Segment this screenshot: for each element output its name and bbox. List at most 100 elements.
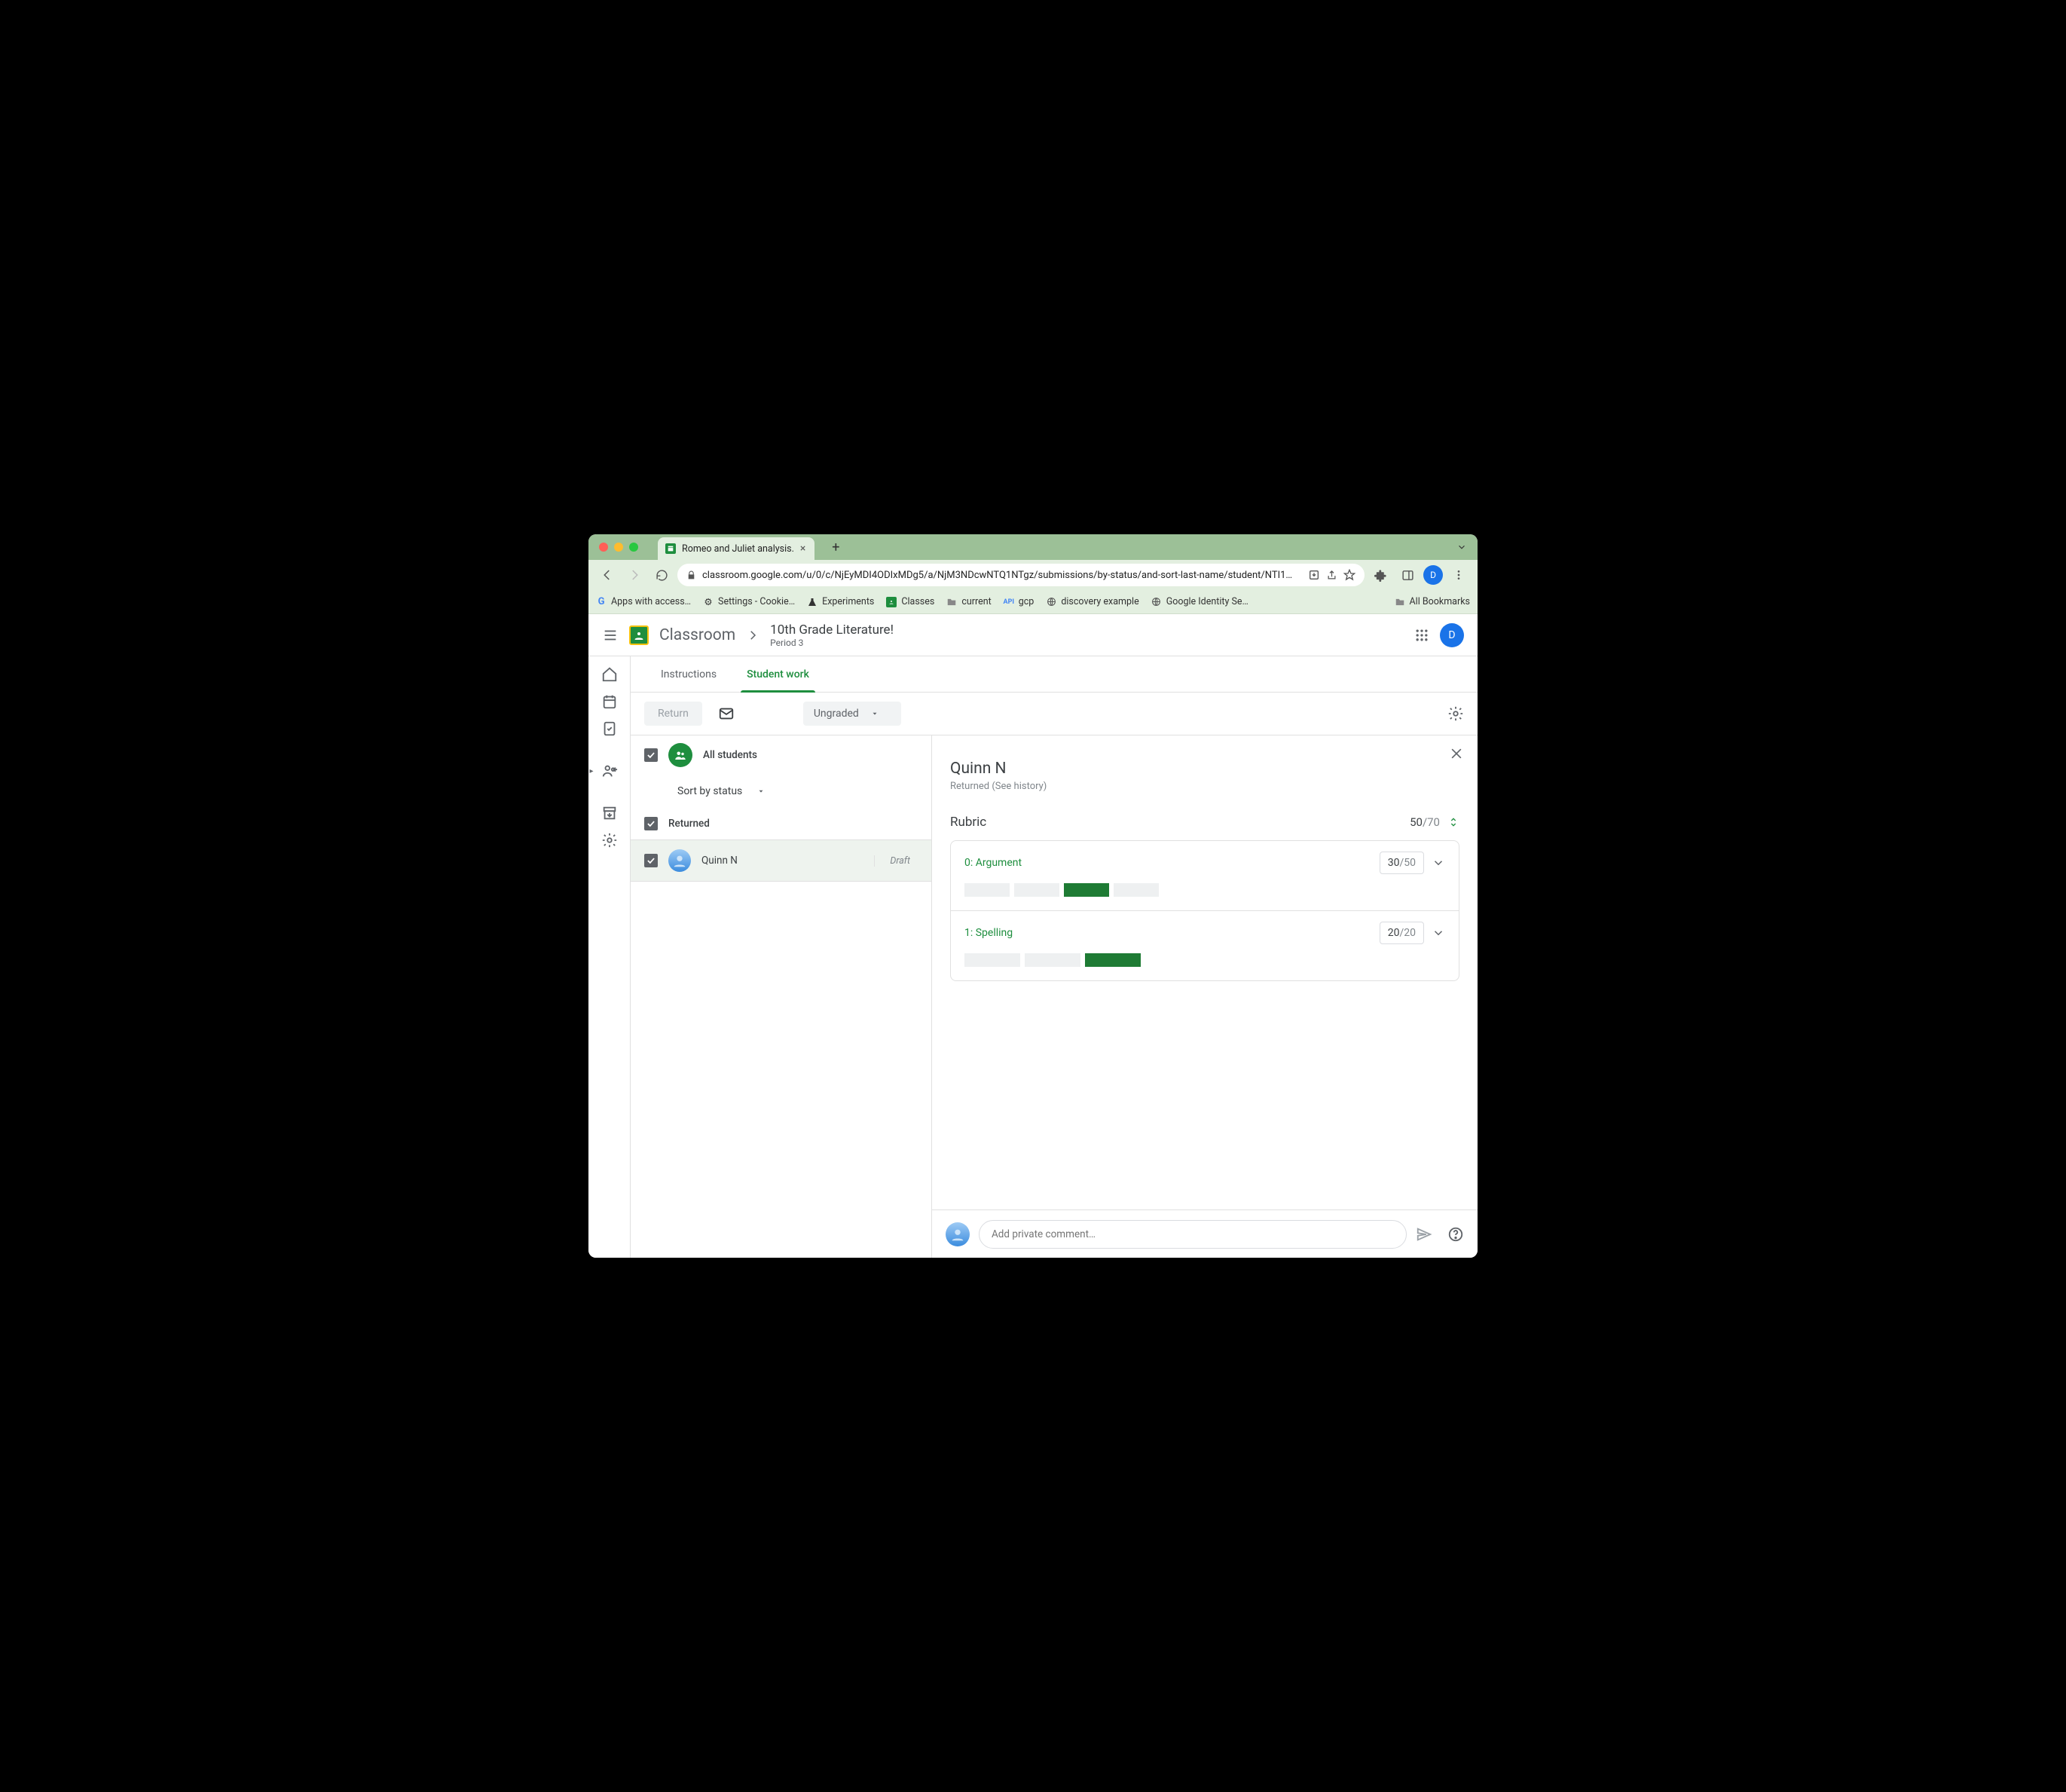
folder-icon xyxy=(1395,597,1405,607)
section-checkbox[interactable] xyxy=(644,817,658,830)
student-checkbox[interactable] xyxy=(644,854,658,867)
bookmark-item[interactable]: Experiments xyxy=(807,596,874,607)
bookmark-item[interactable]: G Apps with access… xyxy=(596,596,691,607)
rubric-score-value: 50 xyxy=(1410,815,1423,829)
back-button[interactable] xyxy=(596,564,619,586)
email-button[interactable] xyxy=(713,700,740,727)
grade-filter-dropdown[interactable]: Ungraded xyxy=(803,702,901,726)
maximize-window-button[interactable] xyxy=(629,543,638,552)
detail-student-status[interactable]: Returned (See history) xyxy=(950,781,1459,792)
product-name[interactable]: Classroom xyxy=(659,626,735,644)
return-button[interactable]: Return xyxy=(644,702,702,726)
profile-avatar[interactable]: D xyxy=(1423,565,1443,585)
rubric-level[interactable] xyxy=(1114,883,1159,897)
content-area: Instructions Student work Return Ungrade… xyxy=(631,656,1478,1258)
rubric-level[interactable] xyxy=(1014,883,1059,897)
bookmarks-bar: G Apps with access… ⚙ Settings - Cookie… E… xyxy=(588,590,1478,614)
bookmark-label: Apps with access… xyxy=(611,596,691,607)
classroom-logo[interactable] xyxy=(629,625,649,645)
account-avatar[interactable]: D xyxy=(1440,623,1464,647)
tab-favicon xyxy=(665,543,676,554)
dropdown-arrow-icon xyxy=(757,787,765,795)
google-g-icon: G xyxy=(596,597,607,607)
criterion-name[interactable]: 0: Argument xyxy=(964,857,1022,869)
rubric-level[interactable] xyxy=(964,953,1020,967)
nav-assignment-icon[interactable] xyxy=(601,720,619,738)
install-app-icon[interactable] xyxy=(1308,569,1320,581)
help-button[interactable] xyxy=(1447,1226,1464,1243)
close-detail-button[interactable] xyxy=(1449,746,1464,761)
all-students-label: All students xyxy=(703,749,757,761)
criterion-name[interactable]: 1: Spelling xyxy=(964,927,1013,939)
nav-people-icon[interactable]: ▸ xyxy=(601,762,619,780)
breadcrumb[interactable]: 10th Grade Literature! Period 3 xyxy=(770,622,894,648)
all-bookmarks[interactable]: All Bookmarks xyxy=(1395,596,1471,607)
new-tab-button[interactable]: + xyxy=(825,537,846,558)
send-comment-button[interactable] xyxy=(1416,1226,1432,1243)
bookmark-label: Google Identity Se… xyxy=(1166,596,1248,607)
chrome-menu-button[interactable] xyxy=(1447,564,1470,586)
bookmark-item[interactable]: APIgcp xyxy=(1004,596,1035,607)
rubric-level[interactable] xyxy=(964,883,1010,897)
classroom-icon xyxy=(886,597,897,607)
chevron-right-icon xyxy=(746,628,759,642)
bookmark-item[interactable]: Google Identity Se… xyxy=(1151,596,1248,607)
unfold-icon[interactable] xyxy=(1447,816,1459,828)
student-row[interactable]: Quinn N Draft xyxy=(631,839,931,882)
criterion-score-input[interactable]: 20/20 xyxy=(1380,922,1424,944)
lock-icon xyxy=(686,570,696,580)
nav-calendar-icon[interactable] xyxy=(601,693,619,711)
rubric-score-max: /70 xyxy=(1423,815,1440,829)
rubric-level[interactable] xyxy=(1025,953,1080,967)
all-students-row[interactable]: All students xyxy=(631,735,931,775)
bookmark-label: All Bookmarks xyxy=(1410,596,1471,607)
bookmark-item[interactable]: discovery example xyxy=(1046,596,1138,607)
bookmark-label: Experiments xyxy=(822,596,874,607)
forward-button[interactable] xyxy=(623,564,646,586)
dropdown-arrow-icon xyxy=(871,710,879,717)
tab-student-work[interactable]: Student work xyxy=(747,656,809,693)
criterion-expand-icon[interactable] xyxy=(1432,856,1445,870)
rubric-header: Rubric 50/70 xyxy=(950,815,1459,830)
bookmark-label: gcp xyxy=(1019,596,1035,607)
tab-instructions[interactable]: Instructions xyxy=(661,656,717,693)
bookmark-item[interactable]: current xyxy=(946,596,991,607)
bookmark-label: Settings - Cookie… xyxy=(718,596,795,607)
bookmark-item[interactable]: ⚙ Settings - Cookie… xyxy=(703,596,795,607)
reload-button[interactable] xyxy=(650,564,673,586)
rubric-level-selected[interactable] xyxy=(1064,883,1109,897)
minimize-window-button[interactable] xyxy=(614,543,623,552)
address-bar[interactable]: classroom.google.com/u/0/c/NjEyMDI4ODIxM… xyxy=(677,564,1365,586)
bookmark-label: current xyxy=(961,596,991,607)
tab-close-icon[interactable]: × xyxy=(800,543,805,555)
close-window-button[interactable] xyxy=(599,543,608,552)
browser-tab[interactable]: Romeo and Juliet analysis. × xyxy=(658,537,814,560)
nav-settings-icon[interactable] xyxy=(601,831,619,849)
settings-gear-icon[interactable] xyxy=(1447,705,1464,722)
nav-home-icon[interactable] xyxy=(601,665,619,683)
rubric-criterion: 1: Spelling 20/20 xyxy=(951,910,1459,980)
bookmark-star-icon[interactable] xyxy=(1343,569,1355,581)
criterion-score-input[interactable]: 30/50 xyxy=(1380,852,1424,874)
nav-archive-icon[interactable] xyxy=(601,804,619,822)
work-area: All students Sort by status Returned xyxy=(631,735,1478,1258)
criterion-expand-icon[interactable] xyxy=(1432,926,1445,940)
criterion-levels xyxy=(964,883,1445,897)
google-apps-button[interactable] xyxy=(1414,628,1429,643)
share-icon[interactable] xyxy=(1326,570,1337,581)
account-avatar-letter: D xyxy=(1448,629,1455,641)
main-menu-button[interactable] xyxy=(602,627,619,644)
side-panel-button[interactable] xyxy=(1396,564,1419,586)
criterion-levels xyxy=(964,953,1445,967)
rubric-level-selected[interactable] xyxy=(1085,953,1141,967)
select-all-checkbox[interactable] xyxy=(644,748,658,762)
private-comment-input[interactable] xyxy=(979,1220,1407,1249)
extensions-button[interactable] xyxy=(1369,564,1392,586)
detail-student-name: Quinn N xyxy=(950,760,1459,778)
tab-list-button[interactable] xyxy=(1456,542,1467,552)
window-controls xyxy=(599,543,638,552)
rubric-card: 0: Argument 30/50 xyxy=(950,840,1459,981)
sort-dropdown[interactable]: Sort by status xyxy=(631,775,931,808)
bookmark-item[interactable]: Classes xyxy=(886,596,934,607)
gear-icon: ⚙ xyxy=(703,597,714,607)
